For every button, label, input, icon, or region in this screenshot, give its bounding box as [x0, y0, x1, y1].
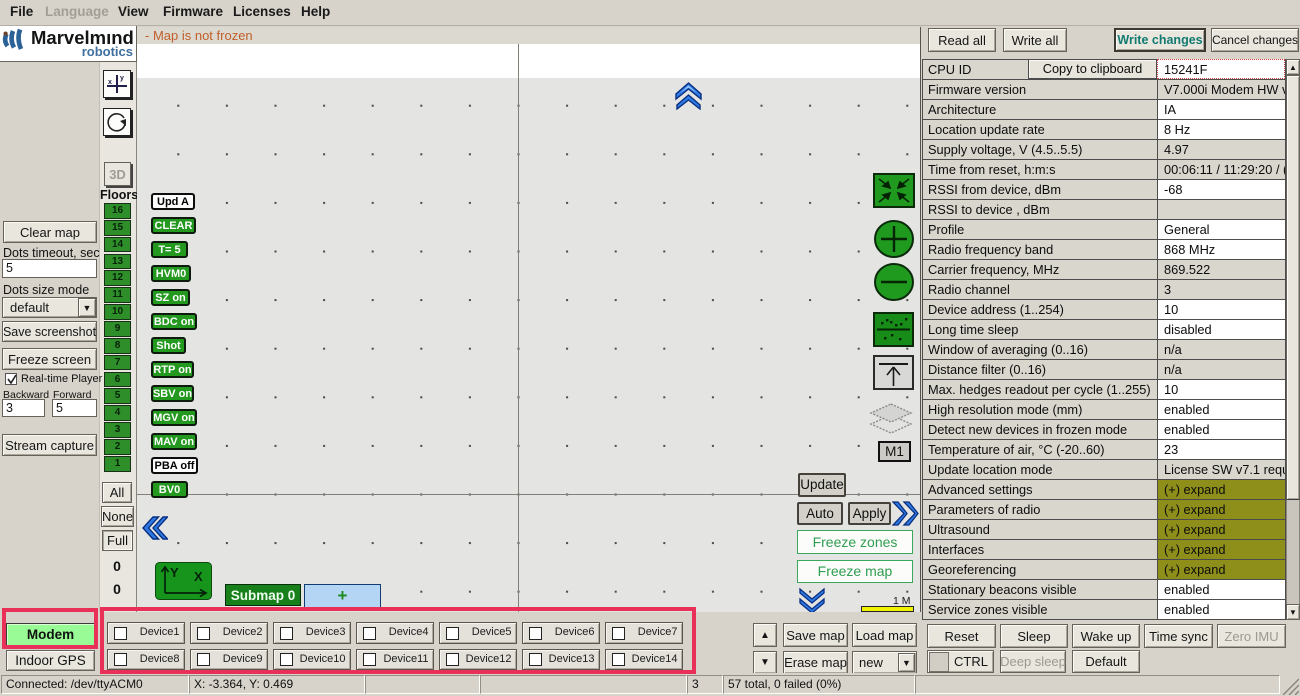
svg-text:x: x — [108, 79, 112, 86]
svg-text:y: y — [120, 75, 124, 82]
svg-text:X: X — [194, 569, 203, 584]
svg-text:Y: Y — [170, 565, 179, 580]
